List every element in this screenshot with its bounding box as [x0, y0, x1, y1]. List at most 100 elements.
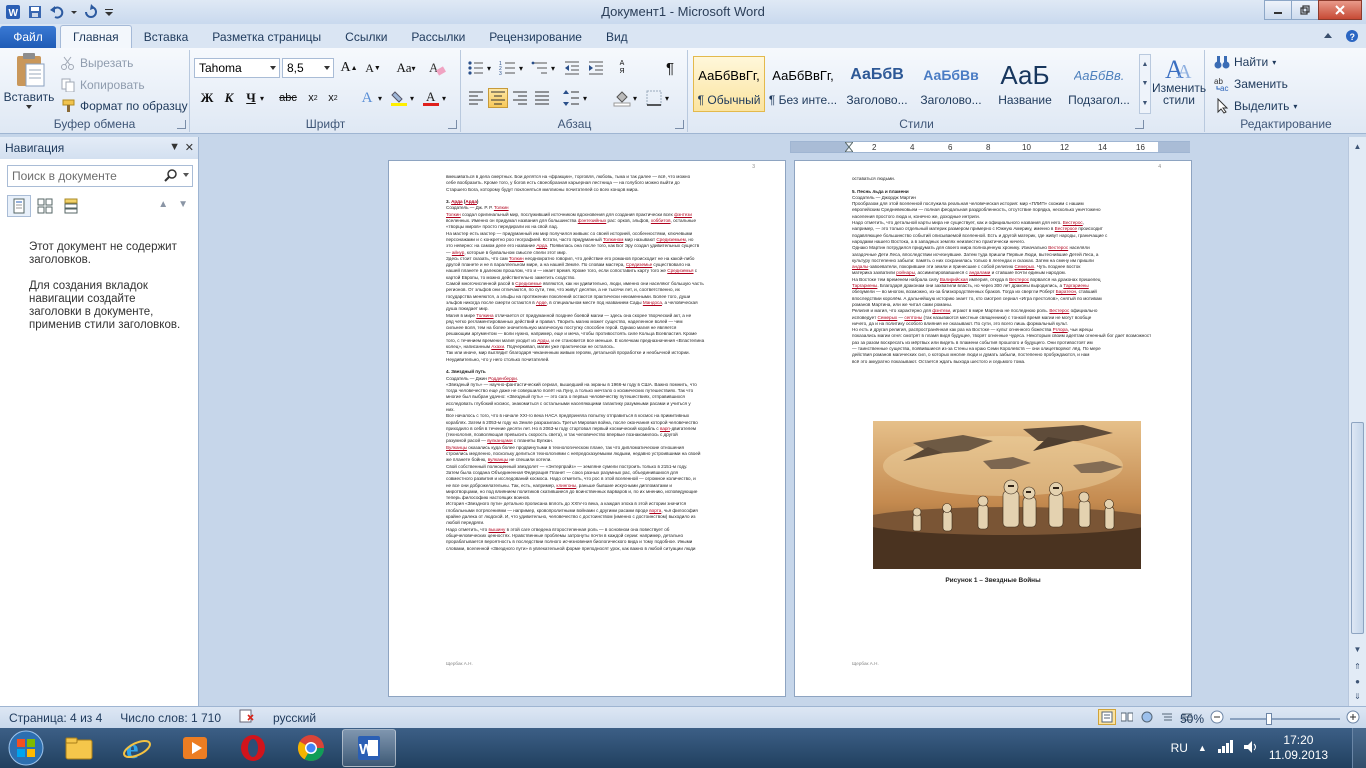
clipboard-launcher-icon[interactable] [177, 120, 186, 129]
document-page-3[interactable]: 3 вмешиваться в дела смертных. Бои делят… [388, 160, 786, 697]
ruler-indent-marker-icon[interactable] [845, 142, 853, 152]
styles-launcher-icon[interactable] [1135, 120, 1144, 129]
start-button[interactable] [4, 728, 48, 768]
select-button[interactable]: Выделить ▾ [1214, 98, 1297, 114]
redo-icon[interactable] [82, 3, 100, 21]
browse-object-icon[interactable]: ● [1351, 674, 1364, 688]
underline-dropdown-icon[interactable]: ▾ [257, 88, 267, 108]
align-right-icon[interactable] [510, 88, 530, 108]
taskbar-media-player[interactable] [168, 729, 222, 767]
styles-gallery-scroll[interactable]: ▲ ▼ ▼ [1139, 54, 1151, 114]
font-size-combo[interactable]: 8,5 [282, 58, 334, 78]
next-page-icon[interactable]: ⇓ [1351, 689, 1364, 703]
bullets-icon[interactable] [466, 58, 486, 78]
customize-qat-icon[interactable] [104, 3, 114, 21]
search-icon[interactable] [164, 169, 178, 186]
taskbar-explorer[interactable] [52, 729, 106, 767]
print-layout-icon[interactable] [1098, 709, 1116, 725]
font-name-combo[interactable]: Tahoma [194, 58, 280, 78]
scrollbar-thumb[interactable] [1351, 422, 1364, 634]
tab-page-layout[interactable]: Разметка страницы [200, 26, 333, 48]
zoom-level[interactable]: 50% [1180, 712, 1204, 726]
taskbar-internet-explorer[interactable]: e [110, 729, 164, 767]
style-title[interactable]: АаБ Название [989, 56, 1061, 112]
next-heading-icon[interactable]: ▼ [178, 199, 188, 210]
find-dropdown-icon[interactable]: ▾ [1272, 58, 1276, 67]
tray-expand-icon[interactable]: ▲ [1198, 743, 1207, 753]
undo-icon[interactable] [48, 3, 66, 21]
volume-icon[interactable] [1243, 740, 1259, 757]
borders-dropdown-icon[interactable]: ▾ [662, 88, 672, 108]
shading-icon[interactable] [612, 88, 632, 108]
pages-view-icon[interactable] [33, 195, 57, 217]
scroll-down-icon[interactable]: ▼ [1351, 642, 1364, 656]
navigation-close-icon[interactable]: ✕ [185, 141, 194, 154]
scroll-up-icon[interactable]: ▲ [1351, 139, 1364, 153]
restore-button[interactable] [1291, 0, 1319, 20]
taskbar-word[interactable]: W [342, 729, 396, 767]
vertical-scrollbar[interactable]: ▲ ▼ ⇑ ● ⇓ [1348, 137, 1366, 706]
document-page-4[interactable]: 4 оставаться людьми. 5. Песнь льда и пла… [794, 160, 1192, 697]
search-dropdown-icon[interactable] [183, 173, 189, 177]
horizontal-ruler[interactable]: 2 4 6 8 10 12 14 16 [790, 141, 1190, 153]
grow-font-icon[interactable]: A ▲ [339, 58, 359, 78]
tab-insert[interactable]: Вставка [132, 26, 201, 48]
style-normal[interactable]: АаБбВвГг, ¶ Обычный [693, 56, 765, 112]
zoom-slider[interactable] [1230, 712, 1340, 725]
zoom-slider-handle[interactable] [1266, 712, 1272, 725]
highlight-dropdown-icon[interactable]: ▾ [407, 88, 417, 108]
navigation-options-icon[interactable]: ▼ [169, 141, 180, 153]
navigation-search-input[interactable]: Поиск в документе [7, 165, 193, 187]
line-spacing-icon[interactable] [562, 88, 582, 108]
shading-dropdown-icon[interactable]: ▾ [630, 88, 640, 108]
network-icon[interactable] [1217, 739, 1233, 757]
results-view-icon[interactable] [59, 195, 83, 217]
input-language[interactable]: RU [1171, 741, 1188, 755]
style-heading1[interactable]: АаБбВ Заголово... [841, 56, 913, 112]
justify-icon[interactable] [532, 88, 552, 108]
cut-button[interactable]: Вырезать [60, 56, 133, 70]
decrease-indent-icon[interactable] [562, 58, 582, 78]
show-marks-icon[interactable]: ¶ [660, 58, 680, 78]
headings-view-icon[interactable] [7, 195, 31, 217]
change-case-icon[interactable]: Аа ▾ [393, 58, 419, 78]
web-layout-icon[interactable] [1138, 709, 1156, 725]
zoom-in-icon[interactable] [1346, 710, 1360, 727]
align-left-icon[interactable] [466, 88, 486, 108]
help-icon[interactable]: ? [1344, 28, 1360, 44]
format-painter-button[interactable]: Формат по образцу [60, 99, 188, 113]
language-status[interactable]: русский [264, 711, 325, 725]
close-button[interactable] [1318, 0, 1362, 20]
previous-heading-icon[interactable]: ▲ [158, 199, 168, 210]
multilevel-list-icon[interactable] [530, 58, 550, 78]
minimize-button[interactable] [1264, 0, 1292, 20]
tab-home[interactable]: Главная [60, 25, 132, 48]
numbering-dropdown-icon[interactable]: ▾ [516, 58, 526, 78]
proofing-icon[interactable] [230, 709, 264, 726]
strikethrough-icon[interactable]: abc [277, 88, 299, 108]
tab-review[interactable]: Рецензирование [477, 26, 594, 48]
style-heading2[interactable]: АаБбВв Заголово... [915, 56, 987, 112]
sort-icon[interactable]: АЯ [612, 58, 632, 78]
word-app-icon[interactable]: W [4, 3, 22, 21]
full-screen-reading-icon[interactable] [1118, 709, 1136, 725]
font-color-dropdown-icon[interactable]: ▾ [439, 88, 449, 108]
previous-page-icon[interactable]: ⇑ [1351, 659, 1364, 673]
select-dropdown-icon[interactable]: ▾ [1293, 102, 1297, 111]
outline-view-icon[interactable] [1158, 709, 1176, 725]
taskbar-chrome[interactable] [284, 729, 338, 767]
style-no-spacing[interactable]: АаБбВвГг, ¶ Без инте... [767, 56, 839, 112]
borders-icon[interactable] [644, 88, 664, 108]
multilevel-list-dropdown-icon[interactable]: ▾ [548, 58, 558, 78]
font-color-icon[interactable]: A [421, 88, 441, 108]
align-center-icon[interactable] [488, 88, 508, 108]
style-subtitle[interactable]: АаБбВв. Подзагол... [1063, 56, 1135, 112]
word-count-status[interactable]: Число слов: 1 710 [111, 711, 230, 725]
show-desktop-button[interactable] [1352, 728, 1366, 768]
tab-mailings[interactable]: Рассылки [399, 26, 477, 48]
find-button[interactable]: Найти ▾ [1214, 54, 1276, 70]
taskbar-opera[interactable] [226, 729, 280, 767]
text-effects-icon[interactable]: A [357, 88, 377, 108]
bullets-dropdown-icon[interactable]: ▾ [484, 58, 494, 78]
change-styles-button[interactable]: AA Изменить стили [1152, 52, 1206, 106]
